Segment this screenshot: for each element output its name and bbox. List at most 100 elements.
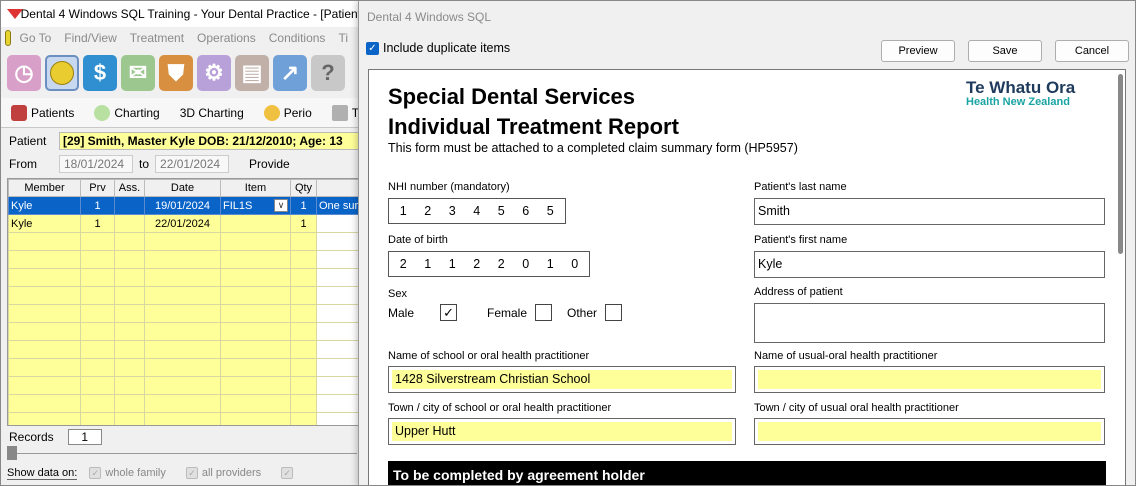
to-date-field[interactable]: 22/01/2024	[155, 155, 230, 173]
checkbox-include-duplicates[interactable]: ✓	[366, 41, 379, 55]
gears-icon[interactable]: ⚙	[197, 55, 231, 91]
document-icon	[331, 104, 348, 121]
smiley-menu-icon[interactable]	[5, 30, 12, 46]
dob-field[interactable]: 2 1 1 2 2 0 1 0	[388, 251, 590, 277]
table-row-empty[interactable]	[8, 358, 360, 377]
table-row-empty[interactable]	[8, 412, 360, 425]
first-name-field[interactable]: Kyle	[754, 251, 1105, 278]
col-member[interactable]: Member	[8, 179, 81, 197]
table-row[interactable]: Kyle 1 22/01/2024 1	[8, 214, 360, 233]
sex-female-option[interactable]: Female	[487, 304, 553, 321]
treatment-grid[interactable]: Member Prv Ass. Date Item Qty Kyle 1 19/…	[7, 178, 361, 426]
help-icon[interactable]: ?	[311, 55, 345, 91]
records-label: Records	[9, 430, 54, 444]
from-date-field[interactable]: 18/01/2024	[59, 155, 133, 173]
cell-description[interactable]: One sur	[316, 196, 360, 215]
tab-more[interactable]: T	[322, 98, 361, 128]
table-row-empty[interactable]	[8, 286, 360, 305]
cell-description[interactable]	[316, 214, 360, 233]
tab-charting[interactable]: Charting	[84, 98, 169, 128]
chart-icon[interactable]: ↗	[273, 55, 307, 91]
cell-ass[interactable]	[114, 196, 145, 215]
last-name-field[interactable]: Smith	[754, 198, 1105, 225]
preview-button[interactable]: Preview	[881, 40, 955, 62]
chevron-down-icon[interactable]: ∨	[274, 199, 288, 212]
report-preview[interactable]: Special Dental Services Individual Treat…	[368, 69, 1126, 485]
col-ass[interactable]: Ass.	[114, 179, 145, 197]
scrollbar-track[interactable]	[17, 453, 357, 454]
table-row-empty[interactable]	[8, 250, 360, 269]
sex-other-option[interactable]: Other	[567, 304, 623, 321]
cell-qty[interactable]: 1	[290, 196, 317, 215]
cell-member[interactable]: Kyle	[8, 196, 81, 215]
horizontal-scrollbar[interactable]	[7, 446, 361, 460]
school-label: Name of school or oral health practition…	[388, 350, 590, 362]
cell-date[interactable]: 19/01/2024	[144, 196, 221, 215]
cell-prv[interactable]: 1	[80, 214, 115, 233]
digit: 0	[522, 257, 530, 271]
clock-icon[interactable]: ◷	[7, 55, 41, 91]
tab-3d-charting[interactable]: 3D Charting	[170, 98, 254, 128]
menu-treatment[interactable]: Treatment	[130, 31, 184, 45]
col-prv[interactable]: Prv	[80, 179, 115, 197]
cell-item[interactable]: FIL1S ∨	[220, 196, 291, 215]
cell-member[interactable]: Kyle	[8, 214, 81, 233]
sex-male-checkbox[interactable]: ✓	[440, 304, 458, 321]
printer-icon[interactable]: ▤	[235, 55, 269, 91]
col-item[interactable]: Item	[220, 179, 291, 197]
table-row-empty[interactable]	[8, 340, 360, 359]
all-providers-option[interactable]: ✓ all providers	[185, 467, 262, 479]
cell-prv[interactable]: 1	[80, 196, 115, 215]
smiley-icon[interactable]	[45, 55, 79, 91]
cell-item[interactable]	[220, 214, 291, 233]
shield-icon[interactable]: ⛊	[159, 55, 193, 91]
table-row[interactable]: Kyle 1 19/01/2024 FIL1S ∨ 1 One sur	[8, 196, 360, 215]
mail-icon[interactable]: ✉	[121, 55, 155, 91]
scrollbar-thumb[interactable]	[7, 446, 17, 460]
town-field[interactable]: Upper Hutt	[388, 418, 736, 445]
table-row-empty[interactable]	[8, 268, 360, 287]
checkbox-all-providers[interactable]: ✓	[185, 467, 198, 479]
menu-goto[interactable]: Go To	[19, 31, 51, 45]
menu-more[interactable]: Ti	[338, 31, 348, 45]
save-button[interactable]: Save	[968, 40, 1042, 62]
menu-operations[interactable]: Operations	[197, 31, 256, 45]
cancel-button[interactable]: Cancel	[1055, 40, 1129, 62]
table-row-empty[interactable]	[8, 376, 360, 395]
cell-qty[interactable]: 1	[290, 214, 317, 233]
nhi-number-field[interactable]: 1 2 3 4 5 6 5	[388, 198, 566, 224]
col-date[interactable]: Date	[144, 179, 221, 197]
include-duplicates-option[interactable]: ✓ Include duplicate items	[366, 41, 510, 55]
cell-ass[interactable]	[114, 214, 145, 233]
sex-female-checkbox[interactable]	[535, 304, 553, 321]
col-description[interactable]	[316, 179, 360, 197]
to-label: to	[139, 157, 150, 171]
cell-date[interactable]: 22/01/2024	[144, 214, 221, 233]
cell-item-value: FIL1S	[223, 199, 253, 212]
usual-practitioner-field[interactable]	[754, 366, 1105, 393]
menu-conditions[interactable]: Conditions	[269, 31, 326, 45]
sex-other-checkbox[interactable]	[605, 304, 623, 321]
address-field[interactable]	[754, 303, 1105, 343]
whole-family-option[interactable]: ✓ whole family	[89, 467, 166, 479]
table-row-empty[interactable]	[8, 304, 360, 323]
table-row-empty[interactable]	[8, 322, 360, 341]
table-row-empty[interactable]	[8, 394, 360, 413]
dollar-icon[interactable]: $	[83, 55, 117, 91]
sex-male-option[interactable]: Male ✓	[388, 304, 458, 321]
sex-male-label: Male	[388, 305, 415, 320]
patient-value[interactable]: [29] Smith, Master Kyle DOB: 21/12/2010;…	[59, 132, 361, 150]
all-providers-label: all providers	[201, 467, 262, 479]
tab-perio[interactable]: Perio	[254, 98, 322, 128]
table-row-empty[interactable]	[8, 232, 360, 251]
usual-town-field[interactable]	[754, 418, 1105, 445]
tooth-icon	[94, 104, 111, 121]
checkbox-extra[interactable]: ✓	[281, 467, 294, 479]
tab-patients[interactable]: Patients	[1, 98, 84, 128]
perio-icon	[263, 104, 280, 121]
school-field[interactable]: 1428 Silverstream Christian School	[388, 366, 736, 393]
screen: Dental 4 Windows SQL Training - Your Den…	[0, 0, 1136, 486]
checkbox-whole-family[interactable]: ✓	[89, 467, 102, 479]
col-qty[interactable]: Qty	[290, 179, 317, 197]
menu-find-view[interactable]: Find/View	[64, 31, 116, 45]
